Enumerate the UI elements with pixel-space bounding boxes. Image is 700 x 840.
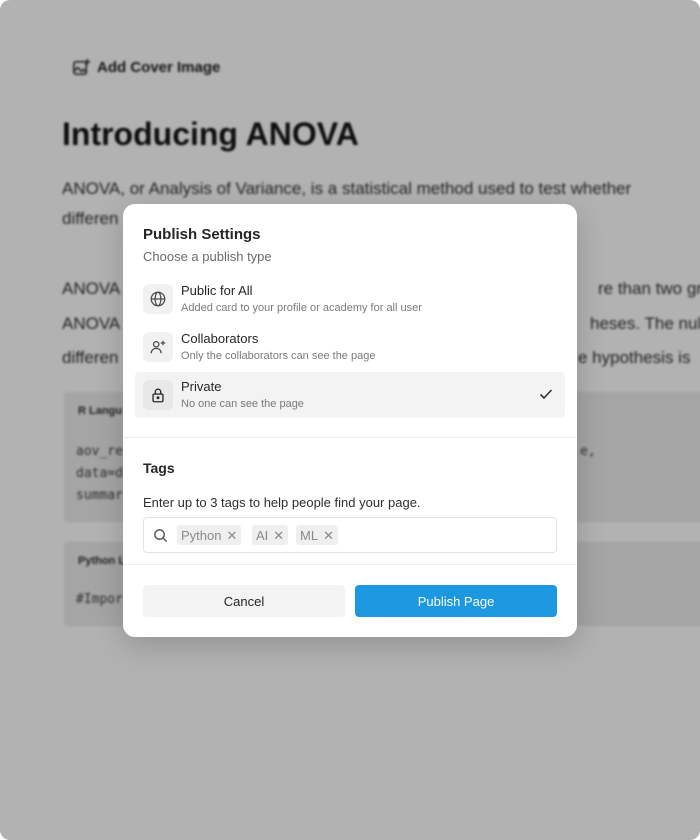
option-label: Private	[181, 379, 222, 394]
dialog-title: Publish Settings	[143, 226, 261, 243]
search-icon	[154, 529, 168, 543]
publish-option-private[interactable]: Private No one can see the page	[135, 372, 565, 418]
option-description: Added card to your profile or academy fo…	[181, 302, 422, 314]
cancel-button[interactable]: Cancel	[143, 585, 345, 617]
tag-label: Python	[181, 527, 222, 543]
option-label: Collaborators	[181, 331, 259, 346]
tag-label: AI	[256, 527, 269, 543]
section-divider	[123, 564, 577, 565]
remove-tag-icon[interactable]: ✕	[273, 529, 284, 542]
dialog-subtitle: Choose a publish type	[143, 249, 272, 264]
option-description: Only the collaborators can see the page	[181, 350, 376, 362]
publish-option-collaborators[interactable]: Collaborators Only the collaborators can…	[135, 324, 565, 370]
remove-tag-icon[interactable]: ✕	[323, 529, 334, 542]
tag-chip: Python ✕	[177, 525, 242, 545]
tags-input[interactable]: Python ✕ AI ✕ ML ✕	[143, 517, 557, 553]
globe-icon	[143, 284, 173, 314]
publish-page-button[interactable]: Publish Page	[355, 585, 557, 617]
publish-settings-dialog: Publish Settings Choose a publish type P…	[123, 204, 577, 637]
option-label: Public for All	[181, 283, 253, 298]
option-description: No one can see the page	[181, 398, 304, 410]
lock-icon	[143, 380, 173, 410]
tags-title: Tags	[143, 460, 175, 476]
tag-chip: ML ✕	[296, 525, 338, 545]
remove-tag-icon[interactable]: ✕	[226, 529, 237, 542]
tag-label: ML	[300, 527, 319, 543]
tags-hint: Enter up to 3 tags to help people find y…	[143, 495, 421, 510]
tag-chip: AI ✕	[252, 525, 289, 545]
section-divider	[123, 437, 577, 438]
user-add-icon	[143, 332, 173, 362]
checkmark-icon	[539, 389, 553, 400]
publish-option-public[interactable]: Public for All Added card to your profil…	[135, 276, 565, 322]
